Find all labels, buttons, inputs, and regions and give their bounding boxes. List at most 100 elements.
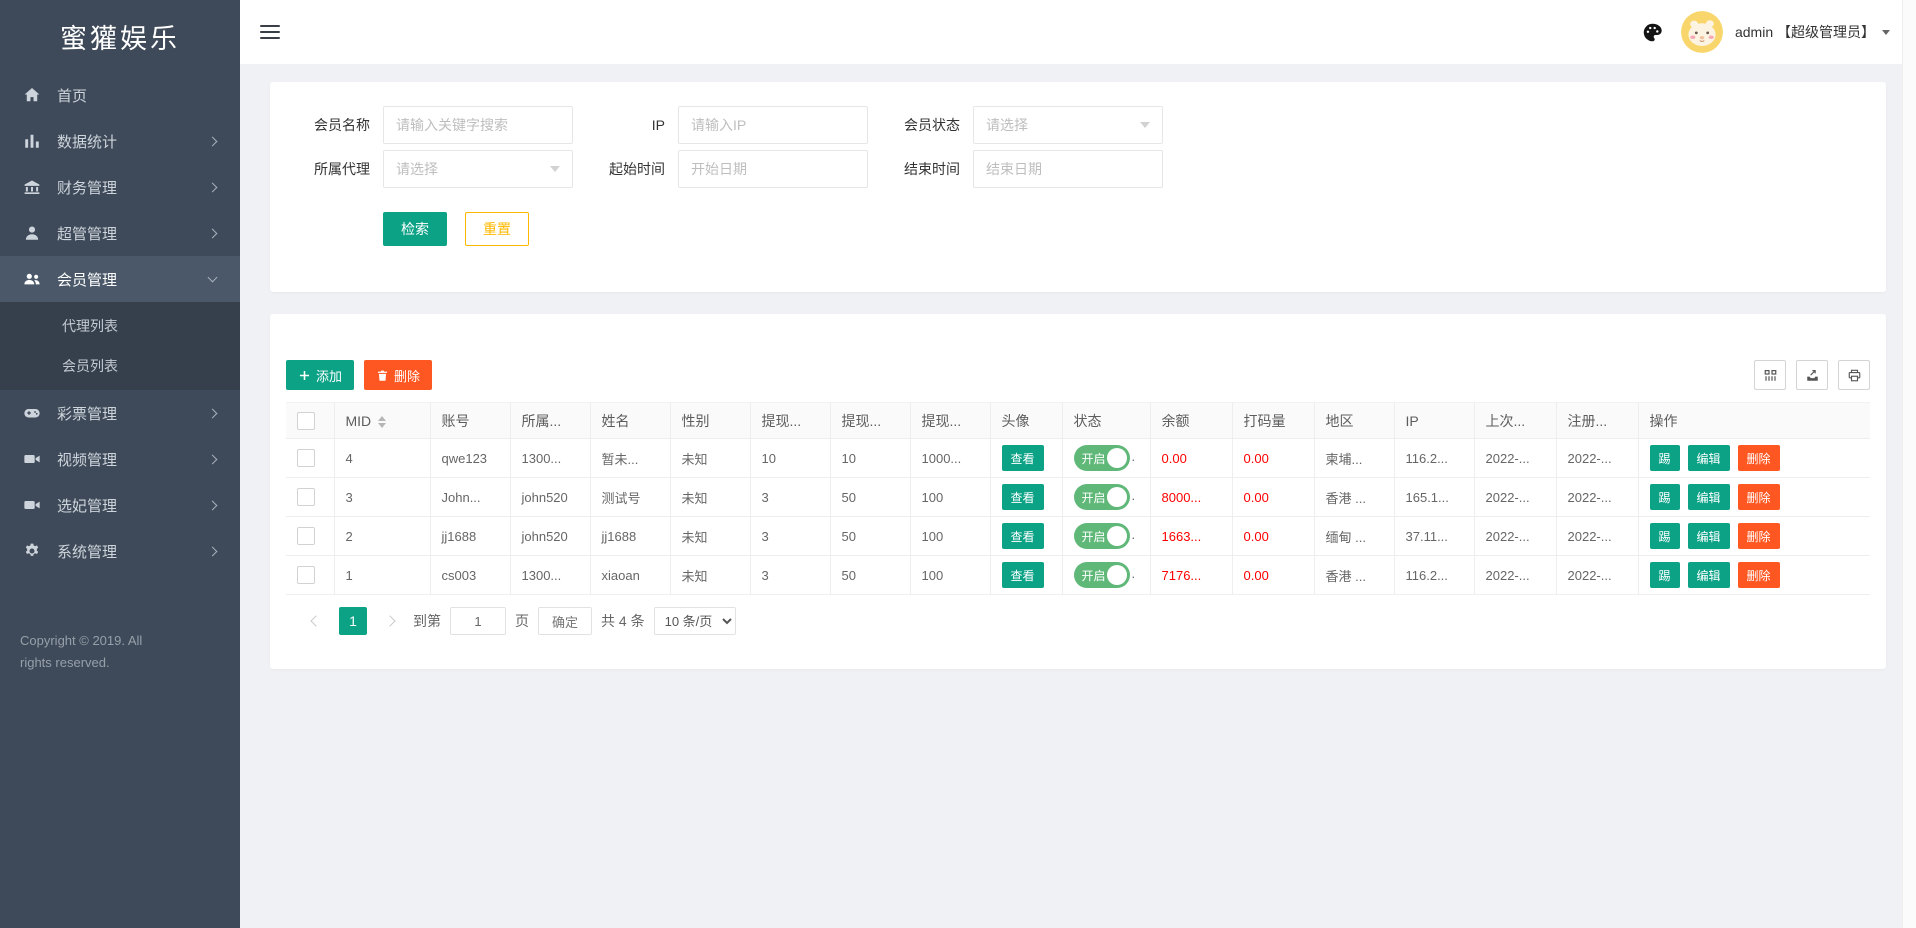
sidebar-item-home[interactable]: 首页: [0, 72, 240, 118]
delete-row-button[interactable]: 删除: [1737, 484, 1780, 510]
sidebar-subitem[interactable]: 代理列表: [0, 306, 240, 346]
column-header-label: 头像: [1001, 412, 1030, 429]
column-header[interactable]: 提现...: [910, 402, 991, 439]
column-header[interactable]: 提现...: [830, 402, 911, 439]
sidebar-item-label: 彩票管理: [57, 405, 118, 423]
page-number-current[interactable]: 1: [339, 607, 367, 635]
caret-down-icon: [1882, 29, 1890, 35]
sidebar-subitem[interactable]: 会员列表: [0, 346, 240, 386]
filter-input[interactable]: [973, 150, 1163, 188]
sidebar-item-users[interactable]: 会员管理: [0, 256, 240, 302]
page-size-select[interactable]: 10 条/页: [653, 607, 736, 635]
sidebar-item-gear[interactable]: 系统管理: [0, 528, 240, 574]
edit-button[interactable]: 编辑: [1687, 562, 1730, 588]
user-label: admin 【超级管理员】: [1734, 24, 1875, 40]
row-checkbox[interactable]: [297, 566, 315, 584]
add-button[interactable]: 添加: [286, 360, 355, 390]
table-row: 4 qwe123 1300... 暂未... 未知 10 10 1000... 查看 开启. 0.0…: [286, 438, 1870, 478]
export-icon[interactable]: [1796, 360, 1828, 390]
column-header[interactable]: 打码量: [1232, 402, 1315, 439]
cell-bet-amount: 0.00: [1232, 438, 1315, 478]
next-page-button[interactable]: [376, 607, 404, 635]
column-header-label: 地区: [1325, 412, 1354, 429]
row-checkbox[interactable]: [297, 488, 315, 506]
edit-button[interactable]: 编辑: [1687, 445, 1730, 471]
sort-icon[interactable]: [378, 415, 387, 428]
edit-button[interactable]: 编辑: [1687, 523, 1730, 549]
kick-button[interactable]: 踢: [1649, 562, 1680, 588]
delete-row-button[interactable]: 删除: [1737, 445, 1780, 471]
column-header[interactable]: 提现...: [750, 402, 831, 439]
columns-filter-icon[interactable]: [1754, 360, 1786, 390]
filter-label: 会员名称: [314, 117, 370, 133]
column-header[interactable]: 姓名: [590, 402, 671, 439]
column-header[interactable]: 地区: [1314, 402, 1395, 439]
filter-input[interactable]: [678, 150, 868, 188]
view-avatar-button[interactable]: 查看: [1001, 484, 1044, 510]
column-header[interactable]: 所属...: [510, 402, 591, 439]
column-header[interactable]: 状态: [1062, 402, 1151, 439]
row-checkbox[interactable]: [297, 527, 315, 545]
filter-field: 所属代理 请选择: [308, 150, 573, 188]
theme-palette-icon[interactable]: [1642, 22, 1663, 43]
plus-icon: [299, 370, 310, 380]
column-header[interactable]: IP: [1394, 402, 1475, 439]
goto-page-input[interactable]: [450, 607, 506, 635]
delete-row-button[interactable]: 删除: [1737, 562, 1780, 588]
reset-button[interactable]: 重置: [465, 212, 529, 246]
row-actions: 踢编辑 删除: [1649, 445, 1860, 471]
filter-select[interactable]: 请选择: [973, 106, 1163, 144]
status-toggle[interactable]: 开启: [1073, 523, 1130, 549]
user-avatar[interactable]: [1680, 11, 1723, 53]
sidebar-item-gamepad[interactable]: 彩票管理: [0, 390, 240, 436]
select-caret-icon: [550, 166, 560, 172]
status-suffix: .: [1131, 566, 1136, 582]
column-header[interactable]: 性别: [670, 402, 751, 439]
status-toggle[interactable]: 开启: [1073, 484, 1130, 510]
cell-gender: 未知: [670, 516, 751, 556]
view-avatar-button[interactable]: 查看: [1001, 445, 1044, 471]
column-header[interactable]: MID: [334, 402, 431, 439]
status-toggle[interactable]: 开启: [1073, 445, 1130, 471]
hamburger-menu-icon[interactable]: [260, 25, 280, 39]
print-icon[interactable]: [1838, 360, 1870, 390]
sidebar-item-video[interactable]: 选妃管理: [0, 482, 240, 528]
sidebar-item-user[interactable]: 超管管理: [0, 210, 240, 256]
column-header[interactable]: 操作: [1638, 402, 1870, 439]
view-avatar-button[interactable]: 查看: [1001, 523, 1044, 549]
filter-input[interactable]: [383, 106, 573, 144]
trash-icon: [377, 370, 388, 381]
column-header[interactable]: 账号: [430, 402, 511, 439]
delete-row-button[interactable]: 删除: [1737, 523, 1780, 549]
filter-label: 起始时间: [609, 161, 665, 177]
search-button[interactable]: 检索: [383, 212, 447, 246]
sidebar-item-video[interactable]: 视频管理: [0, 436, 240, 482]
cell-account: John...: [430, 477, 511, 517]
sidebar-item-bank[interactable]: 财务管理: [0, 164, 240, 210]
cell-agent: john520: [510, 516, 591, 556]
column-header[interactable]: 上次...: [1474, 402, 1557, 439]
prev-page-button[interactable]: [302, 607, 330, 635]
column-header[interactable]: 头像: [990, 402, 1063, 439]
edit-button[interactable]: 编辑: [1687, 484, 1730, 510]
column-header[interactable]: 注册...: [1556, 402, 1639, 439]
user-menu[interactable]: admin 【超级管理员】: [1735, 22, 1890, 42]
user-icon: [22, 223, 42, 243]
scrollbar-track[interactable]: [1902, 0, 1916, 928]
select-all-checkbox[interactable]: [297, 411, 315, 430]
filter-select[interactable]: 请选择: [383, 150, 573, 188]
kick-button[interactable]: 踢: [1649, 484, 1680, 510]
view-avatar-button[interactable]: 查看: [1001, 562, 1044, 588]
sidebar-item-chart[interactable]: 数据统计: [0, 118, 240, 164]
goto-confirm-button[interactable]: 确定: [538, 607, 593, 635]
kick-button[interactable]: 踢: [1649, 445, 1680, 471]
delete-button[interactable]: 删除: [364, 360, 433, 390]
column-header[interactable]: 余额: [1150, 402, 1233, 439]
row-checkbox[interactable]: [297, 449, 315, 467]
status-toggle-label: 开启: [1081, 490, 1106, 505]
row-actions: 踢编辑 删除: [1649, 562, 1860, 588]
kick-button[interactable]: 踢: [1649, 523, 1680, 549]
column-header-label: 上次...: [1485, 412, 1526, 429]
status-toggle[interactable]: 开启: [1073, 562, 1130, 588]
filter-input[interactable]: [678, 106, 868, 144]
